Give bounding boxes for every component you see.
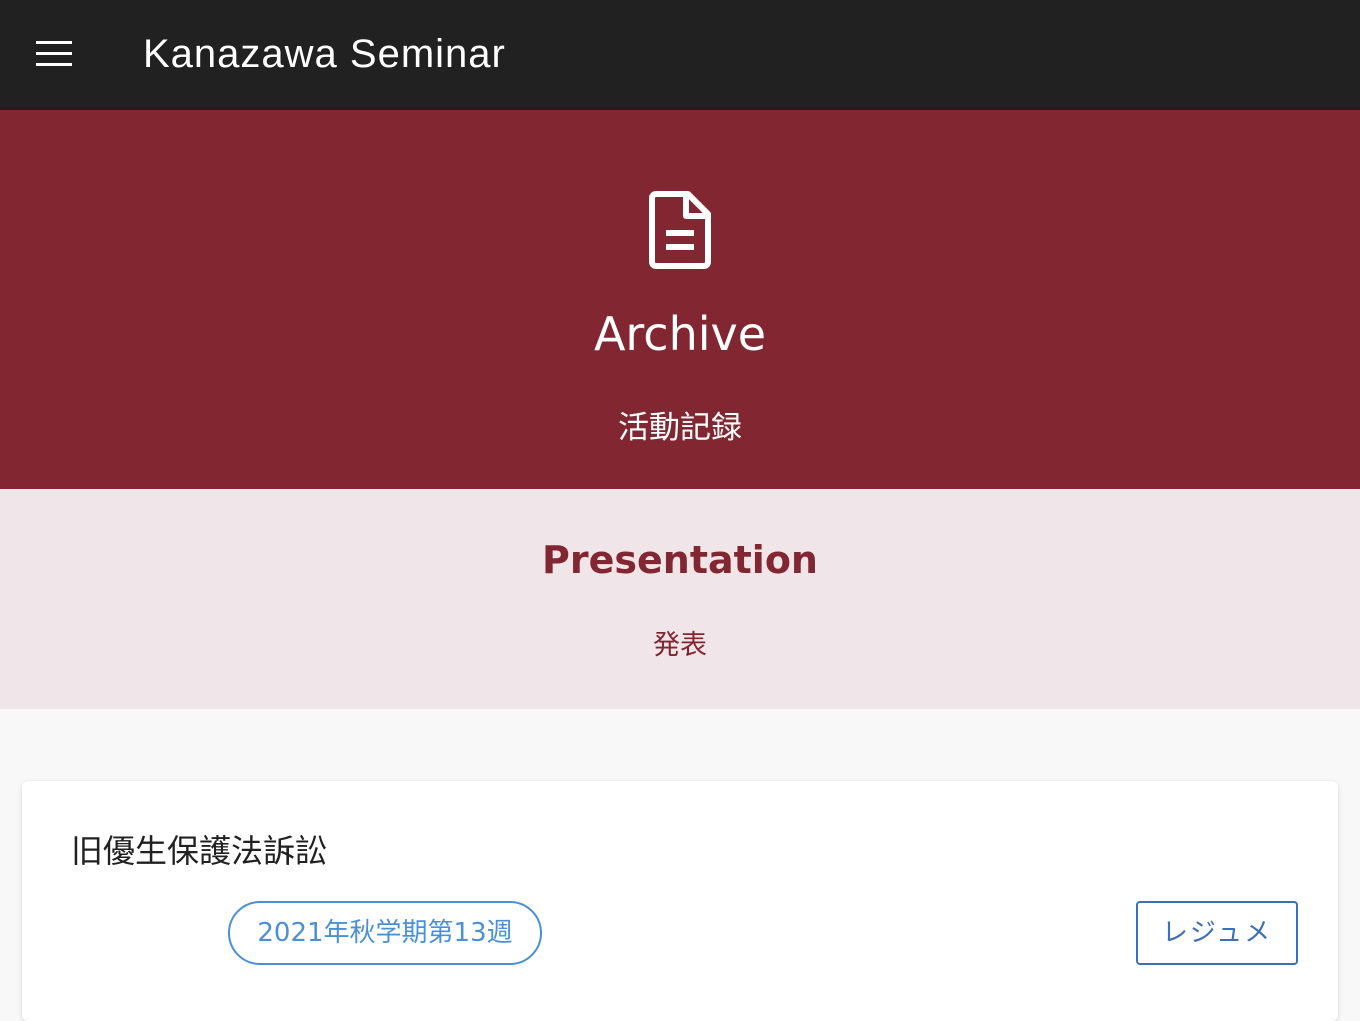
archive-hero: Archive 活動記録: [0, 110, 1360, 489]
section-title: Presentation: [542, 538, 818, 582]
section-subtitle: 発表: [653, 630, 707, 661]
presentation-card: 旧優生保護法訴訟 2021年秋学期第13週 レジュメ: [22, 781, 1338, 1021]
presentation-section-header: Presentation 発表: [0, 489, 1360, 709]
hamburger-menu-icon[interactable]: [36, 41, 72, 67]
term-tag-chip[interactable]: 2021年秋学期第13週: [228, 901, 542, 965]
page-title: Archive: [593, 307, 767, 361]
document-icon: [649, 191, 711, 269]
resume-button[interactable]: レジュメ: [1136, 901, 1298, 965]
top-app-bar: Kanazawa Seminar: [0, 0, 1360, 110]
site-title[interactable]: Kanazawa Seminar: [143, 30, 506, 78]
page-subtitle: 活動記録: [618, 410, 742, 446]
card-title: 旧優生保護法訴訟: [71, 832, 328, 870]
